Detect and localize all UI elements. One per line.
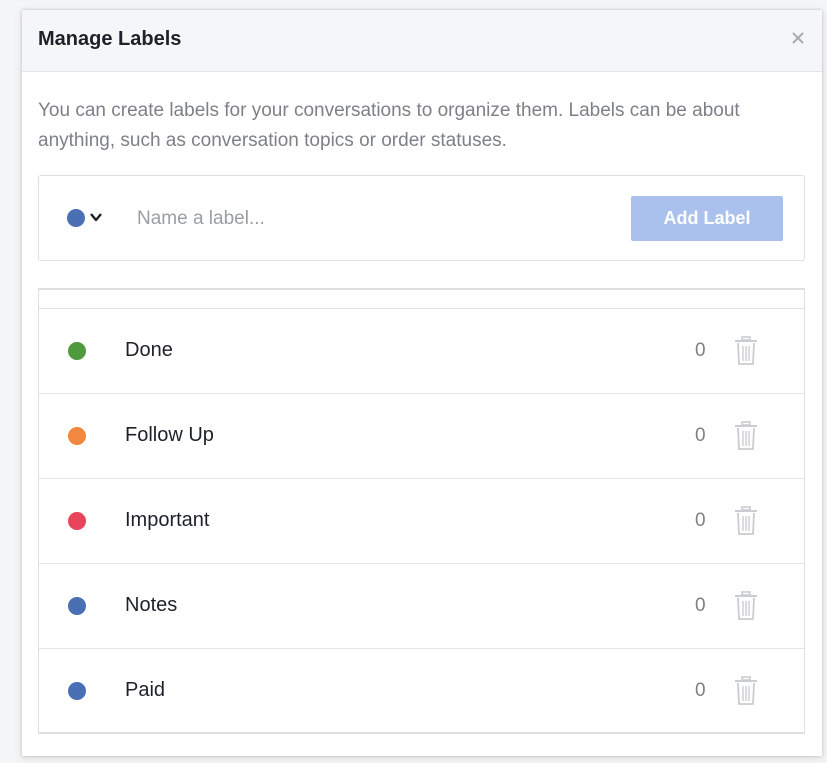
label-color-dot <box>68 342 86 360</box>
label-name: Done <box>125 339 173 361</box>
label-name: Paid <box>125 679 166 701</box>
label-color-dot <box>68 597 86 615</box>
labels-list: Done 0 Follow Up 0 Important 0 Notes 0 Paid 0 <box>38 288 805 734</box>
trash-icon[interactable] <box>731 505 761 537</box>
chevron-down-icon <box>89 210 103 229</box>
label-row[interactable]: Paid 0 <box>39 649 804 732</box>
label-count: 0 <box>695 680 706 701</box>
label-name: Follow Up <box>125 424 214 446</box>
label-name: Notes <box>125 594 178 616</box>
label-name: Important <box>125 509 210 531</box>
trash-icon[interactable] <box>731 590 761 622</box>
label-count: 0 <box>695 510 706 531</box>
label-color-picker[interactable] <box>67 206 119 230</box>
create-label-box: Add Label <box>38 175 805 261</box>
selected-color-dot <box>67 209 85 227</box>
dialog-description: You can create labels for your conversat… <box>38 100 740 151</box>
list-header-gap <box>39 290 804 309</box>
label-color-dot <box>68 427 86 445</box>
label-count: 0 <box>695 340 706 361</box>
label-count: 0 <box>695 425 706 446</box>
trash-icon[interactable] <box>731 420 761 452</box>
label-row[interactable]: Done 0 <box>39 309 804 394</box>
trash-icon[interactable] <box>731 675 761 707</box>
label-row[interactable]: Notes 0 <box>39 564 804 649</box>
page: Manage Labels You can create labels for … <box>0 0 827 763</box>
dialog-title: Manage Labels <box>38 28 182 50</box>
label-row[interactable]: Important 0 <box>39 479 804 564</box>
add-label-button[interactable]: Add Label <box>631 196 783 241</box>
label-color-dot <box>68 512 86 530</box>
label-color-dot <box>68 682 86 700</box>
close-icon[interactable] <box>788 28 808 48</box>
label-row[interactable]: Follow Up 0 <box>39 394 804 479</box>
label-count: 0 <box>695 595 706 616</box>
trash-icon[interactable] <box>731 335 761 367</box>
manage-labels-dialog: Manage Labels You can create labels for … <box>22 10 822 756</box>
dialog-header: Manage Labels <box>22 10 822 72</box>
label-name-input[interactable] <box>135 200 619 238</box>
